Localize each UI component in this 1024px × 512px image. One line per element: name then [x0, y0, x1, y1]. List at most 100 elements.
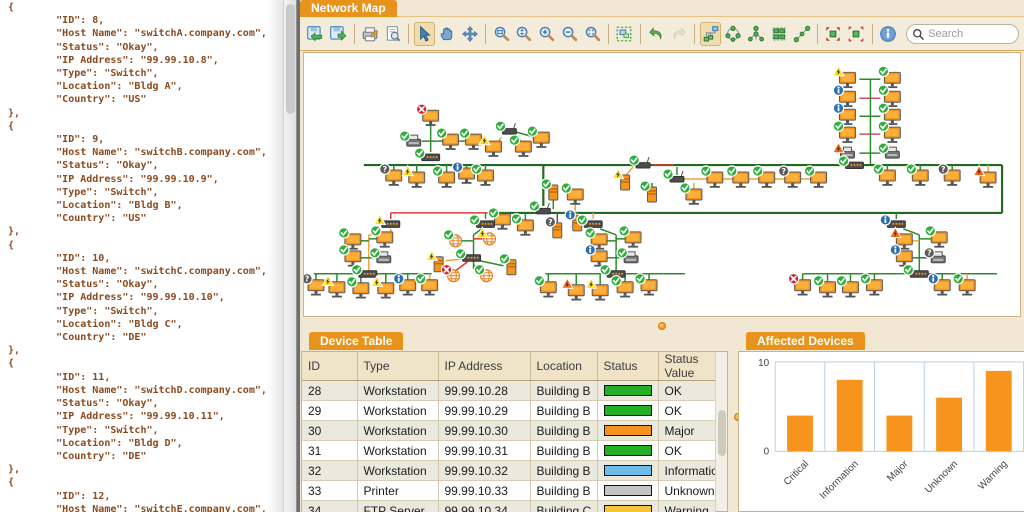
map-node-switch[interactable]	[373, 213, 401, 228]
map-node-server[interactable]: ?	[544, 216, 563, 239]
map-node-printer[interactable]	[616, 247, 639, 264]
table-row[interactable]: 30 Workstation 99.99.10.30 Building B Major	[302, 420, 716, 441]
map-node-workstation[interactable]	[370, 225, 394, 248]
layout-symmetric-button[interactable]	[746, 22, 767, 46]
export-button[interactable]	[328, 22, 349, 46]
map-node-switch[interactable]	[576, 214, 603, 228]
map-node-router[interactable]	[662, 168, 685, 183]
map-node-workstation[interactable]	[431, 165, 456, 188]
map-node-workstation[interactable]	[560, 277, 585, 301]
preview-button[interactable]	[382, 22, 403, 46]
map-node-workstation[interactable]	[401, 164, 426, 188]
tab-device-table[interactable]: Device Table	[309, 332, 404, 350]
column-header[interactable]: Status Value	[658, 352, 716, 381]
map-node-workstation[interactable]	[859, 272, 883, 296]
search-input[interactable]	[928, 28, 1019, 40]
map-node-workstation[interactable]	[726, 165, 750, 188]
map-node-workstation[interactable]	[787, 272, 812, 296]
fit-button[interactable]	[460, 22, 481, 46]
tab-affected-devices[interactable]: Affected Devices	[746, 332, 865, 350]
map-node-workstation[interactable]	[392, 272, 417, 296]
map-node-workstation[interactable]	[905, 163, 929, 186]
map-node-workstation[interactable]	[415, 103, 440, 126]
zoom-fit-button[interactable]	[582, 22, 603, 46]
map-node-workstation[interactable]	[533, 274, 557, 298]
map-node-switch[interactable]	[879, 214, 906, 228]
map-node-printer[interactable]: ?	[923, 247, 946, 264]
json-source-panel[interactable]: { "ID": 8, "Host Name": "switchA.company…	[0, 0, 296, 512]
map-node-workstation[interactable]	[610, 274, 634, 298]
map-node-workstation[interactable]	[560, 182, 584, 205]
column-header[interactable]: Type	[357, 352, 439, 381]
map-node-switch[interactable]	[454, 248, 482, 262]
json-panel-scrollbar[interactable]	[283, 0, 296, 512]
map-node-printer[interactable]	[398, 130, 422, 147]
map-node-workstation[interactable]	[321, 274, 346, 298]
map-node-workstation[interactable]	[370, 275, 395, 299]
map-node-workstation[interactable]	[803, 165, 828, 188]
info-button[interactable]	[877, 22, 898, 46]
map-node-workstation[interactable]	[924, 225, 948, 248]
pan-button[interactable]	[437, 22, 458, 46]
map-node-workstation[interactable]	[877, 65, 901, 89]
map-node-workstation[interactable]	[972, 164, 997, 188]
map-node-workstation[interactable]	[700, 165, 724, 188]
undo-button[interactable]	[646, 22, 667, 46]
map-node-workstation[interactable]	[508, 134, 532, 157]
table-row[interactable]: 33 Printer 99.99.10.33 Building B Unknown	[302, 480, 716, 501]
map-node-workstation[interactable]: ?	[777, 165, 802, 188]
map-node-workstation[interactable]	[478, 133, 502, 157]
map-node-workstation[interactable]	[634, 272, 658, 296]
map-node-workstation[interactable]	[510, 213, 534, 236]
table-row[interactable]: 34 FTP Server 99.99.10.34 Building C Warning	[302, 500, 716, 512]
map-node-switch[interactable]	[599, 263, 626, 278]
map-node-workstation[interactable]	[812, 274, 837, 298]
zoom-box-button[interactable]	[491, 22, 512, 46]
layout-grid-button[interactable]	[769, 22, 790, 46]
map-node-webserver[interactable]	[442, 229, 463, 248]
search-box[interactable]	[906, 24, 1020, 44]
tab-network-map[interactable]: Network Map	[300, 0, 397, 17]
map-node-workstation[interactable]	[832, 64, 856, 89]
layout-force-button[interactable]	[791, 22, 812, 46]
map-node-workstation[interactable]	[458, 127, 483, 150]
map-node-printer[interactable]	[369, 247, 392, 264]
table-row[interactable]: 31 Workstation 99.99.10.31 Building B OK	[302, 440, 716, 461]
device-table-scrollbar[interactable]	[715, 352, 727, 511]
layout-circular-button[interactable]	[723, 22, 744, 46]
select-button[interactable]	[413, 22, 435, 46]
collapse-button[interactable]	[823, 22, 844, 46]
map-node-workstation[interactable]	[952, 272, 976, 296]
map-node-server[interactable]	[498, 253, 517, 276]
zoom-out-button[interactable]	[560, 22, 581, 46]
map-node-server[interactable]	[611, 167, 631, 191]
zoom-sel-button[interactable]	[514, 22, 535, 46]
print-button[interactable]	[359, 22, 380, 46]
save-button[interactable]	[305, 22, 326, 46]
network-map-canvas[interactable]: ??????	[301, 52, 1021, 317]
map-node-workstation[interactable]	[679, 182, 703, 205]
device-table-scrollbar-thumb[interactable]	[718, 410, 726, 456]
map-node-workstation[interactable]	[835, 274, 859, 298]
map-node-workstation[interactable]	[751, 165, 776, 188]
map-node-workstation[interactable]	[618, 225, 642, 248]
overview-button[interactable]	[614, 22, 635, 46]
zoom-in-button[interactable]	[537, 22, 558, 46]
map-node-workstation[interactable]: ?	[937, 163, 961, 186]
map-node-workstation[interactable]	[435, 127, 460, 150]
layout-hier-button[interactable]	[700, 22, 721, 46]
map-node-workstation[interactable]	[346, 275, 370, 299]
map-node-server[interactable]	[639, 180, 658, 203]
column-header[interactable]: IP Address	[438, 352, 531, 381]
map-node-switch[interactable]	[902, 263, 929, 278]
map-node-workstation[interactable]	[414, 272, 439, 296]
map-node-webserver[interactable]	[473, 263, 494, 283]
map-node-switch[interactable]	[351, 263, 378, 278]
column-header[interactable]: Status	[597, 352, 659, 381]
map-node-workstation[interactable]: ?	[301, 272, 325, 296]
splitter-handle-horizontal[interactable]	[658, 322, 666, 330]
table-row[interactable]: 32 Workstation 99.99.10.32 Building B Inform…	[302, 460, 716, 481]
map-node-workstation[interactable]	[872, 163, 896, 186]
table-row[interactable]: 29 Workstation 99.99.10.29 Building B OK	[302, 400, 716, 421]
map-node-workstation[interactable]: ?	[378, 163, 403, 186]
